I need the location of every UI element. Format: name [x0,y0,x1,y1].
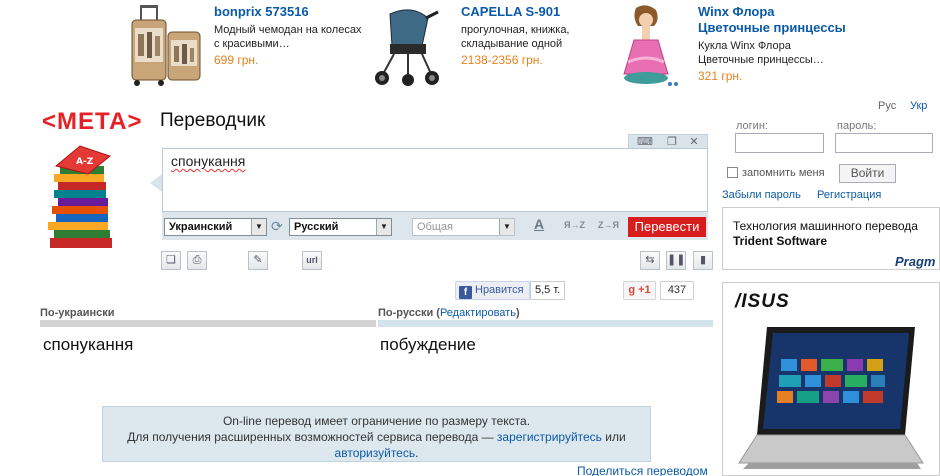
remember-checkbox[interactable] [727,167,738,178]
ad-item-doll[interactable]: Winx Флора Цветочные принцессы Кукла Winx… [606,0,856,90]
pragma-logo: Pragm [895,254,936,269]
ad-price: 2138-2356 грн. [461,53,543,67]
source-result-text: спонукання [43,335,134,354]
target-lang-select[interactable]: Русский ▼ [289,218,392,236]
stroller-image [375,9,439,86]
source-text-box [162,148,708,212]
source-lang-select[interactable]: Украинский ▼ [164,218,267,236]
meta-logo[interactable]: <МЕТА> [42,108,143,136]
close-icon[interactable]: ✕ [687,136,701,148]
target-column-bar [378,320,713,327]
ad-title[interactable]: Winx Флора Цветочные принцессы [698,4,846,36]
google-plus-button[interactable]: g +1 [623,281,656,300]
facebook-like-button[interactable]: f Нравится [455,281,530,300]
remember-me[interactable]: запомнить меня [727,167,825,179]
svg-text:A-Z: A-Z [76,157,94,167]
ad-price: 321 грн. [698,69,743,83]
asus-ad-banner[interactable]: /ISUS [722,282,940,476]
ad-price: 699 грн. [214,53,259,67]
page-title: Переводчик [160,110,266,131]
case-za-button[interactable]: Z→Я [598,220,619,230]
lang-rus-link[interactable]: Рус [878,100,896,112]
asus-logo: /ISUS [735,291,790,312]
ad-item-stroller[interactable]: CAPELLA S-901 прогулочная, книжка, склады… [372,0,612,90]
keyboard-icon[interactable]: ⌨ [637,136,653,148]
target-column-header: По-русски (Редактировать) [378,307,520,319]
ad-desc: Кукла Winx Флора Цветочные принцессы… [698,40,824,66]
login-button[interactable]: Войти [839,164,896,183]
forgot-password-link[interactable]: Забыли пароль [722,189,801,201]
facebook-icon: f [459,286,472,299]
source-text-input[interactable] [163,149,707,211]
textbox-pointer [150,174,162,192]
facebook-like-count: 5,5 т. [530,281,566,300]
ad-desc: Модный чемодан на колесах с красивыми… [214,24,362,50]
google-plus-count: 437 [660,281,694,300]
ad-strip: bonprix 573516 Модный чемодан на колесах… [0,0,940,96]
password-label: пароль: [837,120,877,132]
ad-desc: прогулочная, книжка, складывание одной [461,24,570,50]
registration-link[interactable]: Регистрация [817,189,881,201]
one-column-layout-icon[interactable]: ▮ [693,251,713,270]
chevron-down-icon: ▼ [251,219,266,235]
translate-button[interactable]: Перевести [628,217,706,237]
ad-title[interactable]: bonprix 573516 [214,4,361,20]
source-column-header: По-украински [40,307,115,319]
chevron-down-icon: ▼ [499,219,514,235]
share-translation-link[interactable]: Поделиться переводом [577,464,708,476]
topic-select[interactable]: Общая ▼ [412,218,515,236]
two-column-layout-icon[interactable]: ❚❚ [666,251,686,270]
print-icon[interactable]: ⎙ [187,251,207,270]
authorize-link[interactable]: авторизуйтесь [335,446,416,460]
ad-item-suitcase[interactable]: bonprix 573516 Модный чемодан на колесах… [126,0,366,90]
login-input[interactable] [735,133,824,153]
swap-languages-icon[interactable]: ⟳ [271,218,285,234]
source-column-bar [40,320,376,327]
laptop-image [738,327,924,469]
machine-translation-ad[interactable]: Технология машинного перевода Trident So… [722,207,940,270]
case-az-button[interactable]: Я→Z [564,220,585,230]
url-button[interactable]: url [302,251,322,270]
login-label: логин: [736,120,768,132]
textbox-toolbar: ⌨ ❐ ✕ [628,134,708,149]
suitcase-image [131,5,201,86]
edit-translation-link[interactable]: Редактировать [440,307,516,319]
ad-title[interactable]: CAPELLA S-901 [461,4,570,20]
doll-image [623,5,678,86]
font-icon[interactable]: A [534,216,544,232]
copy-icon[interactable]: ❏ [161,251,181,270]
register-link[interactable]: зарегистрируйтесь [497,430,602,444]
translated-text: побуждение [380,335,476,354]
password-input[interactable] [835,133,933,153]
books-icon: A-Z [48,145,112,248]
limit-notice: On-line перевод имеет ограничение по раз… [102,406,651,462]
lang-ukr-link[interactable]: Укр [910,100,927,112]
swap-direction-icon[interactable]: ⇆ [640,251,660,270]
window-icon[interactable]: ❐ [665,136,679,148]
edit-icon[interactable]: ✎ [248,251,268,270]
translation-controls: Украинский ▼ ⟳ Русский ▼ Общая ▼ A Я→Z Z… [162,212,708,240]
chevron-down-icon: ▼ [376,219,391,235]
